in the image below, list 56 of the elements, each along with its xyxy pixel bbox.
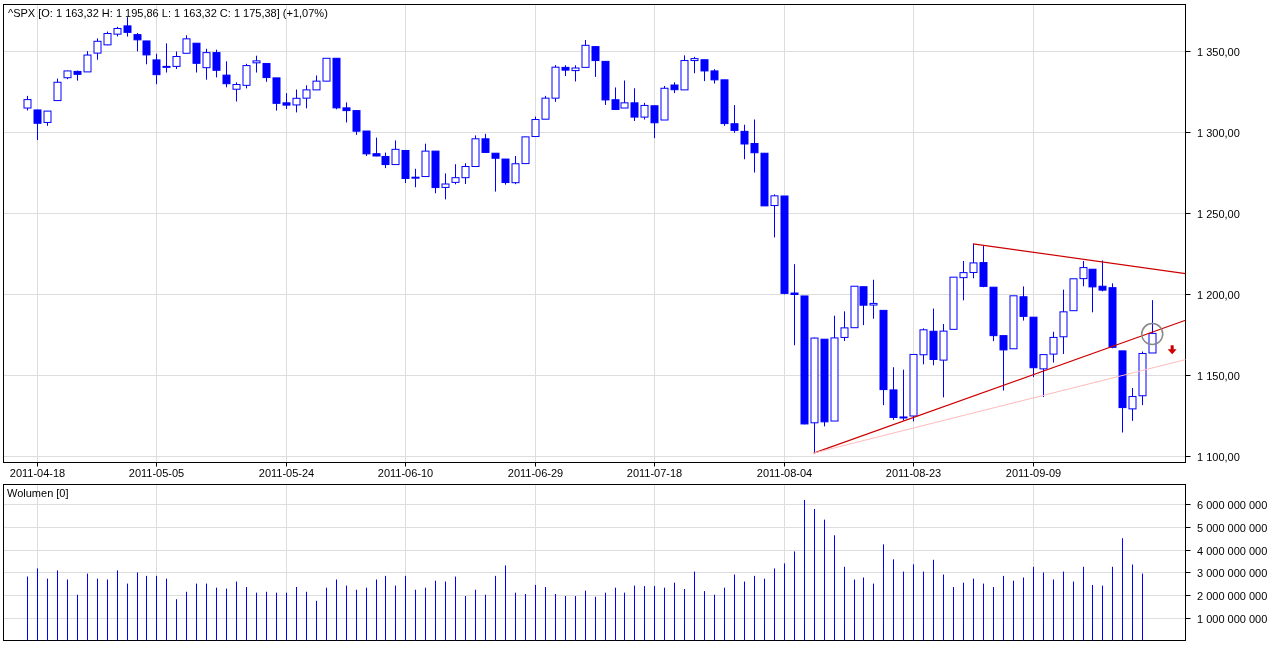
chart-title: Wolumen [0] [7,487,69,499]
axis-label: 2011-06-29 [507,466,564,479]
axis-label: 1 200,00 [1197,288,1240,301]
candlestick [212,49,221,78]
candlestick [620,80,629,109]
candlestick [451,163,460,185]
circle-marker [1141,322,1164,346]
axis-label: 2011-05-24 [258,466,315,479]
candlestick [850,285,859,329]
candlestick [521,136,530,165]
chart-title: ^SPX [O: 1 163,32 H: 1 195,86 L: 1 163,32 C: 1 175,38] (+1,07%) [8,7,328,19]
axis-label: 1 150,00 [1197,369,1240,382]
candlestick [959,260,968,301]
candlestick [999,335,1008,392]
candlestick [511,155,520,185]
candlestick [202,48,211,81]
candlestick [352,110,361,136]
candlestick [242,63,251,89]
candlestick [1039,353,1048,398]
candlestick [362,130,371,157]
candlestick [949,276,958,330]
axis-label: 2011-04-18 [9,466,66,479]
candlestick [531,116,540,138]
axis-label: 2011-05-05 [128,466,185,479]
candlestick [979,245,988,288]
axis-label: 2011-07-18 [626,466,683,479]
candlestick [292,89,301,113]
axis-label: 1 300,00 [1197,126,1240,139]
down-arrow-icon [1167,345,1177,355]
candlestick [252,55,261,74]
candlestick [142,40,151,65]
axis-label: 2011-09-09 [1005,466,1062,479]
candlestick [969,243,978,279]
axis-label: 1 250,00 [1197,207,1240,220]
candlestick [222,60,231,88]
axis-label: 2011-08-23 [885,466,942,479]
axis-label: 2011-08-04 [756,466,813,479]
axis-label: 1 000 000 000 [1197,612,1268,625]
candlestick [1148,299,1157,354]
axis-label: 4 000 000 000 [1197,544,1268,557]
candlestick [859,286,868,326]
axis-label: 1 350,00 [1197,45,1240,58]
candlestick [133,32,142,52]
candlestick [899,369,908,422]
axis-label: 6 000 000 000 [1197,498,1268,511]
candlestick [152,53,161,85]
axis-label: 5 000 000 000 [1197,521,1268,534]
axis-label: 3 000 000 000 [1197,566,1268,579]
candlestick [989,286,998,342]
candlestick [760,152,769,207]
axis-label: 2 000 000 000 [1197,589,1268,602]
candlestick [372,137,381,157]
axis-label: 2011-06-10 [377,466,434,479]
candlestick [232,81,241,103]
axis-label: 1 100,00 [1197,450,1240,463]
candlestick [700,59,709,82]
